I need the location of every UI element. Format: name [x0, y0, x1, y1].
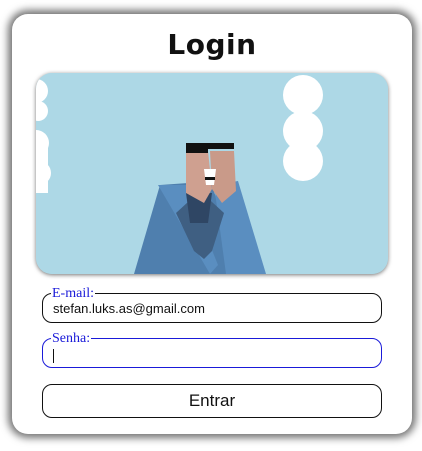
text-caret: [53, 348, 54, 363]
submit-button[interactable]: Entrar: [42, 384, 382, 418]
illustration-scene: [36, 73, 388, 274]
right-clouds: [283, 75, 323, 181]
page-title: Login: [167, 28, 257, 61]
email-value: stefan.luks.as@gmail.com: [53, 301, 205, 316]
password-value: [53, 346, 371, 363]
person-praying-illustration: [36, 73, 388, 274]
email-field[interactable]: E-mail: stefan.luks.as@gmail.com: [42, 287, 382, 323]
login-card: Login E-mail: stefan.luks.as@gmail.com S…: [12, 14, 412, 434]
email-label: E-mail:: [52, 286, 94, 301]
password-label: Senha:: [52, 331, 91, 346]
password-field[interactable]: Senha:: [42, 332, 382, 368]
